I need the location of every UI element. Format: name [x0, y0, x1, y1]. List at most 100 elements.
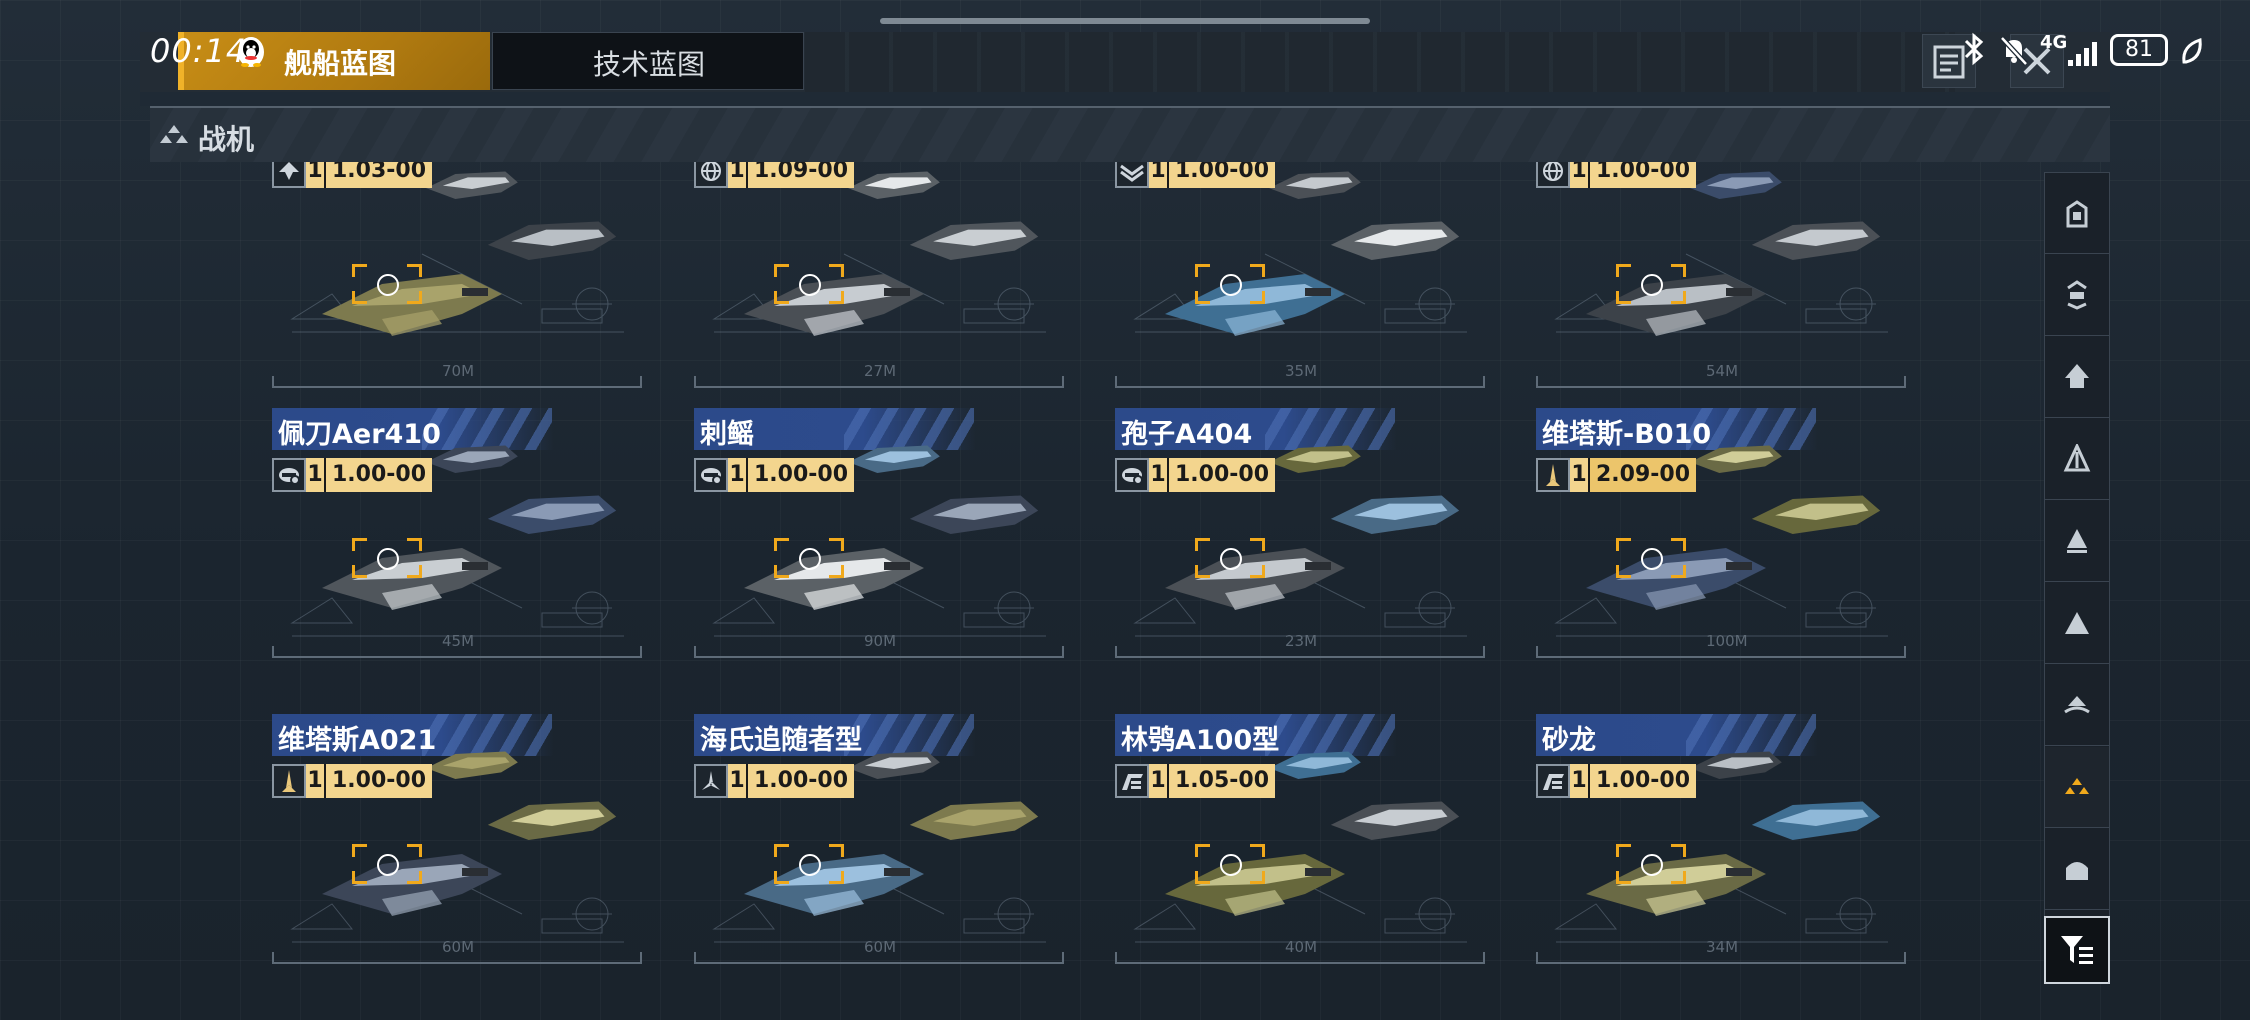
version-number: 1.05-00	[1167, 764, 1276, 798]
version-badge: 1 1.00-00	[272, 764, 433, 798]
category-bar: 战机	[150, 106, 2110, 162]
drag-handle[interactable]	[880, 18, 1370, 24]
ship-variant-image	[1746, 204, 1886, 278]
mute-bell-icon	[2000, 36, 2028, 66]
ship-variant-image	[904, 784, 1044, 858]
battlecruiser-class-icon	[2067, 280, 2087, 310]
ship-length: 54M	[1706, 362, 1739, 380]
filter-carrier[interactable]	[2045, 173, 2109, 254]
ship-length: 34M	[1706, 938, 1739, 956]
version-number: 1.00-00	[746, 458, 855, 492]
ship-variant-image	[422, 739, 522, 793]
ship-card[interactable]: 维塔斯A021 1 1.00-00 60M	[272, 714, 644, 964]
filter-button[interactable]	[2044, 916, 2110, 984]
version-badge: 1 2.09-00	[1536, 458, 1697, 492]
ship-length: 27M	[864, 362, 897, 380]
ship-name: 孢子A404	[1121, 419, 1253, 450]
ship-variant-image	[1746, 784, 1886, 858]
ship-length: 100M	[1706, 632, 1748, 650]
frigate-class-icon	[2067, 529, 2087, 553]
filter-auxiliary[interactable]	[2045, 665, 2109, 746]
signal-icon	[2068, 42, 2097, 66]
ship-length: 45M	[442, 632, 475, 650]
network-type: 4G	[2040, 32, 2068, 53]
destroyer-class-icon	[2063, 444, 2091, 472]
filter-frigate[interactable]	[2045, 501, 2109, 582]
ship-name: 砂龙	[1542, 725, 1596, 756]
filter-cruiser[interactable]	[2045, 337, 2109, 418]
ship-variant-image	[1265, 739, 1365, 793]
clock: 00:14	[150, 32, 248, 70]
version-number: 1.00-00	[324, 764, 433, 798]
ship-variant-image	[1265, 159, 1365, 213]
selection-reticle	[1195, 264, 1265, 304]
ship-variant-image	[844, 159, 944, 213]
ship-card[interactable]: 维塔斯-B010 1 2.09-00 100M	[1536, 408, 1908, 658]
ship-class-filter	[2044, 172, 2110, 984]
filter-corvette[interactable]	[2045, 583, 2109, 664]
tab-ship-blueprint-label: 舰船蓝图	[284, 47, 397, 80]
tri-blade-icon	[694, 764, 728, 798]
ship-card[interactable]: 刺鳐 1 1.00-00 90M	[694, 408, 1066, 658]
cruiser-class-icon	[2065, 364, 2089, 388]
battery-indicator: 81	[2110, 34, 2168, 66]
ship-card[interactable]: 海氏追随者型 1 1.00-00 60M	[694, 714, 1066, 964]
ship-card[interactable]: 佩刀Aer410 1 1.00-00 45M	[272, 408, 644, 658]
selection-reticle	[774, 264, 844, 304]
version-badge: 1 1.00-00	[1536, 764, 1697, 798]
tab-tech-blueprint[interactable]: 技术蓝图	[492, 32, 804, 90]
hull-class-icon	[1115, 458, 1149, 492]
ship-variant-image	[904, 204, 1044, 278]
bluetooth-icon	[1964, 32, 1984, 66]
top-bar-pattern	[805, 32, 1955, 92]
version-badge: 1 1.00-00	[694, 764, 855, 798]
ship-length: 40M	[1285, 938, 1318, 956]
version-badge: 1 1.05-00	[1115, 764, 1276, 798]
ship-variant-image	[904, 478, 1044, 552]
selection-reticle	[352, 844, 422, 884]
selection-reticle	[1616, 538, 1686, 578]
ship-length: 70M	[442, 362, 475, 380]
filter-destroyer[interactable]	[2045, 419, 2109, 500]
tier-number: 1	[728, 764, 746, 798]
fighter-class-icon	[2065, 778, 2089, 794]
ship-variant-image	[1325, 478, 1465, 552]
ship-variant-image	[1746, 478, 1886, 552]
ship-variant-image	[1325, 204, 1465, 278]
filter-fighter[interactable]	[2045, 747, 2109, 828]
selection-reticle	[1195, 844, 1265, 884]
selection-reticle	[1616, 844, 1686, 884]
ship-length: 60M	[442, 938, 475, 956]
ship-card[interactable]: 孢子A404 1 1.00-00 23M	[1115, 408, 1487, 658]
dart-icon	[1536, 458, 1570, 492]
tier-number: 1	[306, 764, 324, 798]
ship-length: 35M	[1285, 362, 1318, 380]
category-title: 战机	[198, 123, 255, 156]
ship-variant-image	[844, 433, 944, 487]
ship-variant-image	[1686, 739, 1786, 793]
ship-length: 23M	[1285, 632, 1318, 650]
filter-hangar[interactable]	[2045, 829, 2109, 910]
swept-wing-icon	[1115, 764, 1149, 798]
auxiliary-class-icon	[2064, 696, 2090, 714]
tier-number: 1	[306, 458, 324, 492]
ship-name: 佩刀Aer410	[278, 419, 441, 450]
ship-name: 林鸮A100型	[1121, 725, 1280, 756]
version-badge: 1 1.00-00	[694, 458, 855, 492]
ship-name: 维塔斯A021	[278, 725, 437, 756]
ship-name: 维塔斯-B010	[1542, 419, 1712, 450]
tier-number: 1	[728, 458, 746, 492]
selection-reticle	[1195, 538, 1265, 578]
selection-reticle	[352, 538, 422, 578]
version-badge: 1 1.00-00	[1115, 458, 1276, 492]
ship-variant-image	[1265, 433, 1365, 487]
fighter-category-icon	[160, 125, 188, 143]
ship-variant-image	[482, 784, 622, 858]
ship-card[interactable]: 砂龙 1 1.00-00 34M	[1536, 714, 1908, 964]
leaf-icon	[2182, 37, 2202, 64]
filter-battlecruiser[interactable]	[2045, 255, 2109, 336]
ship-length: 60M	[864, 938, 897, 956]
ship-card[interactable]: 林鸮A100型 1 1.05-00 40M	[1115, 714, 1487, 964]
ship-variant-image	[1325, 784, 1465, 858]
selection-reticle	[774, 538, 844, 578]
